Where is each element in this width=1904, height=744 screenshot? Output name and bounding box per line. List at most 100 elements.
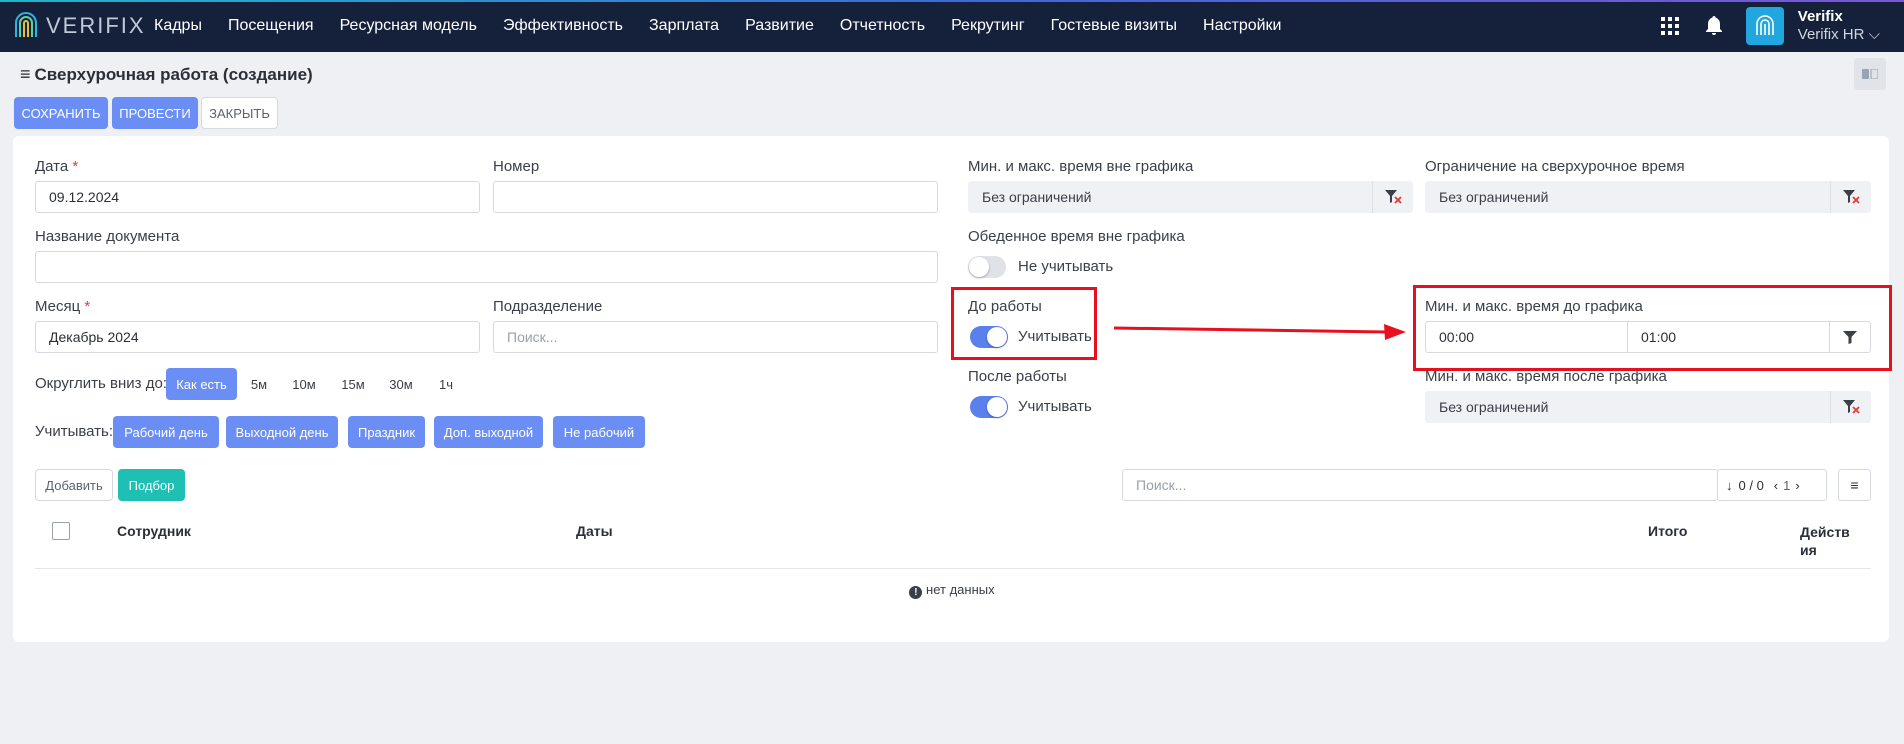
overtime-limit-label: Ограничение на сверхурочное время [1425, 158, 1685, 175]
user-menu[interactable]: Verifix Verifix HR ⌵ [1798, 8, 1880, 44]
nav-item-salary[interactable]: Зарплата [649, 17, 719, 35]
app-logo[interactable]: VERIFIX [12, 8, 146, 44]
close-button[interactable]: ЗАКРЫТЬ [201, 97, 278, 129]
overtime-limit-value: Без ограничений [1439, 189, 1549, 205]
nav-item-guest-visits[interactable]: Гостевые визиты [1051, 17, 1177, 35]
chevron-left-icon[interactable]: ‹ [1774, 478, 1778, 493]
list-menu-icon: ≡ [1850, 477, 1859, 493]
nav-item-development[interactable]: Развитие [745, 17, 814, 35]
translate-icon [1862, 69, 1878, 79]
month-label-text: Месяц [35, 298, 81, 315]
round-option-as-is[interactable]: Как есть [166, 368, 237, 400]
filter-clear-icon[interactable] [1830, 181, 1871, 213]
apps-grid-icon[interactable] [1658, 14, 1682, 38]
consider-working-day[interactable]: Рабочий день [113, 416, 219, 448]
hamburger-menu-icon[interactable]: ≡ [20, 64, 31, 85]
chevron-right-icon[interactable]: › [1795, 478, 1799, 493]
user-name: Verifix [1797, 8, 1843, 25]
page-number: 1 [1783, 477, 1791, 493]
month-label: Месяц * [35, 298, 90, 315]
consider-holiday[interactable]: Праздник [348, 416, 425, 448]
lunch-label: Обеденное время вне графика [968, 228, 1185, 245]
overtime-limit-select[interactable]: Без ограничений [1425, 181, 1871, 213]
column-actions: Действия [1800, 524, 1850, 558]
division-label: Подразделение [493, 298, 603, 315]
round-option-5m[interactable]: 5м [243, 368, 275, 400]
after-range-value: Без ограничений [1439, 399, 1549, 415]
logo-text: VERIFIX [46, 13, 146, 38]
pick-button[interactable]: Подбор [118, 469, 185, 501]
date-label-text: Дата [35, 158, 69, 175]
empty-state-text: нет данных [926, 582, 995, 597]
annotation-box-before-work [951, 287, 1097, 360]
column-employee[interactable]: Сотрудник [117, 523, 191, 539]
round-option-10m[interactable]: 10м [285, 368, 323, 400]
navbar-right: Verifix Verifix HR ⌵ [1658, 0, 1904, 52]
round-label: Округлить вниз до: [35, 375, 167, 392]
save-button[interactable]: СОХРАНИТЬ [14, 97, 108, 129]
language-toggle-button[interactable] [1854, 58, 1886, 90]
toggle-knob [969, 257, 989, 277]
filter-clear-icon[interactable] [1830, 391, 1871, 423]
required-mark: * [72, 158, 79, 175]
consider-extra-day-off[interactable]: Доп. выходной [434, 416, 543, 448]
main-nav: Кадры Посещения Ресурсная модель Эффекти… [154, 0, 1307, 52]
division-search-input[interactable]: Поиск... [493, 321, 938, 353]
fingerprint-avatar-icon [1755, 15, 1774, 35]
consider-day-off[interactable]: Выходной день [226, 416, 338, 448]
nav-item-efficiency[interactable]: Эффективность [503, 17, 623, 35]
after-range-select[interactable]: Без ограничений [1425, 391, 1871, 423]
date-label: Дата * [35, 158, 78, 175]
round-option-1h[interactable]: 1ч [430, 368, 462, 400]
chevron-down-icon: ⌵ [1868, 26, 1880, 43]
required-mark: * [84, 298, 91, 315]
offschedule-select[interactable]: Без ограничений [968, 181, 1413, 213]
page-title-text: Сверхурочная работа (создание) [34, 64, 313, 84]
round-option-30m[interactable]: 30м [382, 368, 420, 400]
nav-item-resource-model[interactable]: Ресурсная модель [340, 17, 477, 35]
user-org: Verifix HR ⌵ [1798, 26, 1880, 44]
month-field[interactable]: Декабрь 2024 [35, 321, 480, 353]
table-header: Сотрудник Даты Итого Действия [35, 508, 1871, 569]
document-name-label: Название документа [35, 228, 180, 245]
after-work-toggle-text: Учитывать [1018, 398, 1092, 415]
number-label: Номер [493, 158, 540, 175]
nav-item-hr[interactable]: Кадры [154, 17, 202, 35]
consider-label: Учитывать: [35, 423, 114, 440]
lunch-toggle[interactable] [968, 256, 1006, 278]
annotation-arrow-icon [1113, 324, 1406, 340]
bell-icon[interactable] [1702, 14, 1726, 38]
record-count: 0 / 0 [1738, 477, 1764, 493]
consider-non-working[interactable]: Не рабочий [553, 416, 645, 448]
number-field[interactable] [493, 181, 938, 213]
fingerprint-logo-icon [15, 12, 37, 37]
column-total[interactable]: Итого [1648, 523, 1687, 539]
after-work-label: После работы [968, 368, 1067, 385]
nav-item-reports[interactable]: Отчетность [840, 17, 925, 35]
offschedule-value: Без ограничений [982, 189, 1092, 205]
user-org-text: Verifix HR [1797, 26, 1865, 43]
table-search-input[interactable]: Поиск... [1122, 469, 1718, 501]
sort-down-icon[interactable]: ↓ [1726, 478, 1733, 493]
nav-item-settings[interactable]: Настройки [1203, 17, 1281, 35]
post-button[interactable]: ПРОВЕСТИ [112, 97, 198, 129]
avatar[interactable] [1745, 7, 1784, 45]
select-all-checkbox[interactable] [52, 522, 70, 540]
add-button[interactable]: Добавить [35, 469, 113, 501]
table-pager: ↓ 0 / 0 ‹ 1 › [1717, 469, 1827, 501]
nav-item-attendance[interactable]: Посещения [228, 17, 314, 35]
info-icon: ! [909, 586, 923, 599]
column-dates[interactable]: Даты [576, 523, 613, 539]
date-field[interactable]: 09.12.2024 [35, 181, 480, 213]
annotation-box-before-range [1413, 285, 1892, 371]
columns-menu-button[interactable]: ≡ [1838, 469, 1871, 501]
round-option-15m[interactable]: 15м [334, 368, 372, 400]
toggle-knob [987, 397, 1007, 417]
nav-item-recruiting[interactable]: Рекрутинг [951, 17, 1025, 35]
lunch-toggle-text: Не учитывать [1018, 258, 1114, 275]
after-work-toggle[interactable] [970, 396, 1008, 418]
filter-clear-icon[interactable] [1372, 181, 1413, 213]
top-navbar: VERIFIX Кадры Посещения Ресурсная модель… [0, 0, 1904, 52]
document-name-field[interactable] [35, 251, 938, 283]
page-title: ≡ Сверхурочная работа (создание) [20, 64, 313, 85]
